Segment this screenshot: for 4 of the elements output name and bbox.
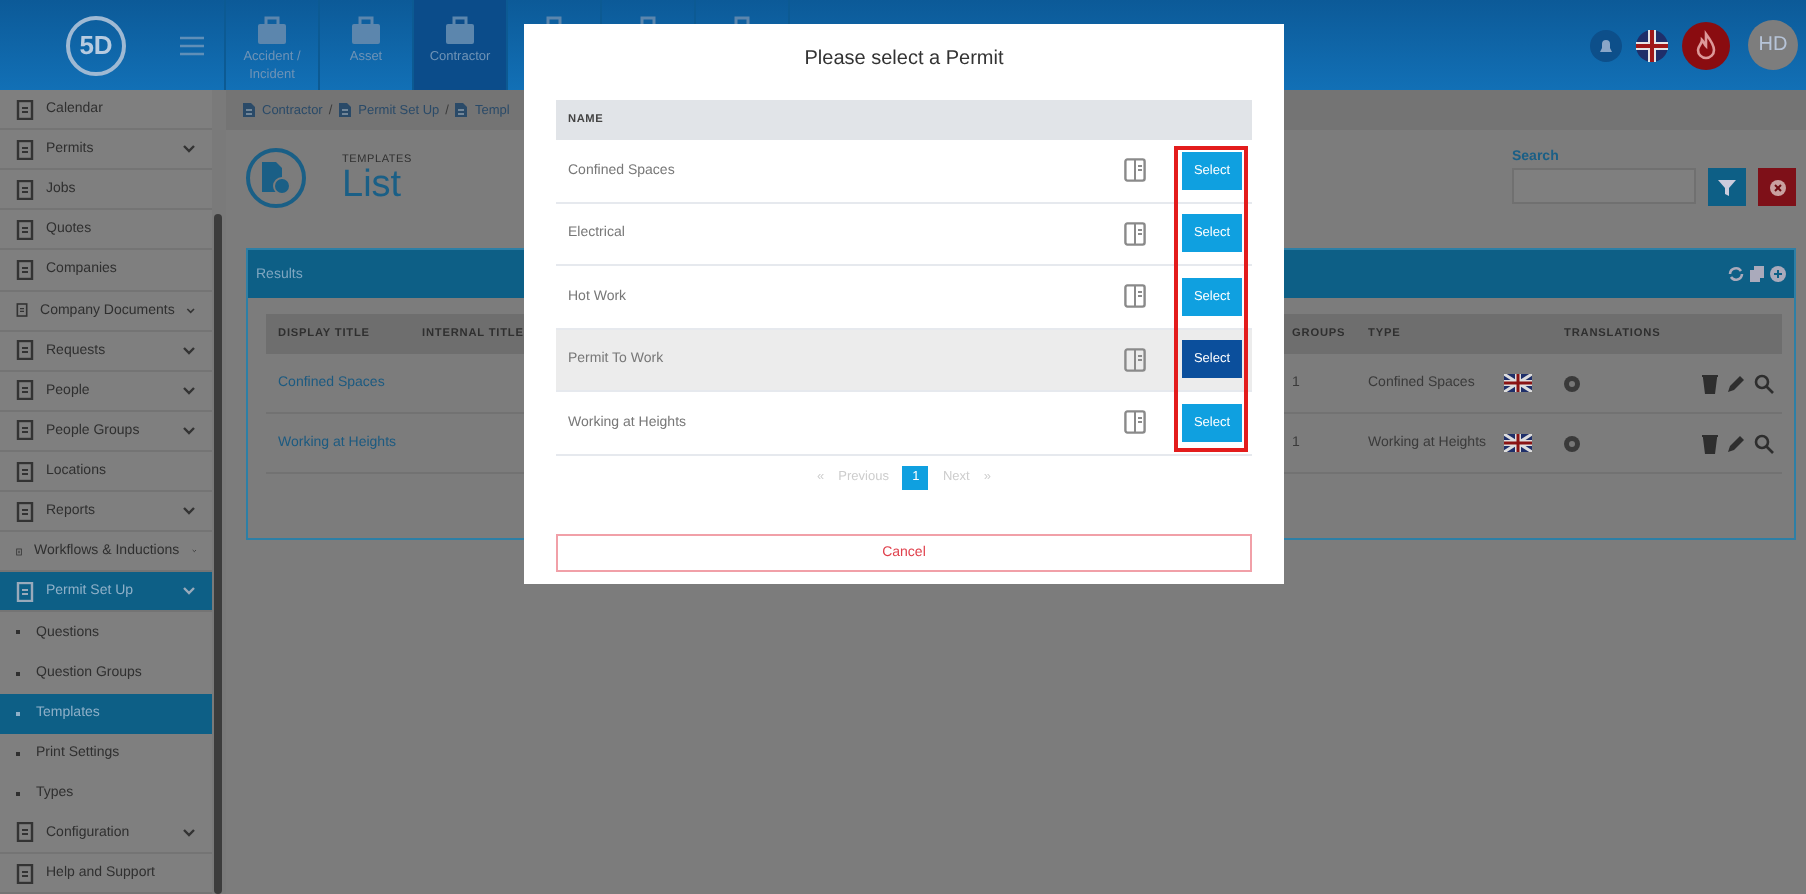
dialog-title: Please select a Permit <box>802 46 1006 74</box>
logo[interactable]: 5D <box>66 15 126 75</box>
user-avatar[interactable]: HD <box>1748 20 1798 70</box>
page-title: List <box>342 165 404 203</box>
